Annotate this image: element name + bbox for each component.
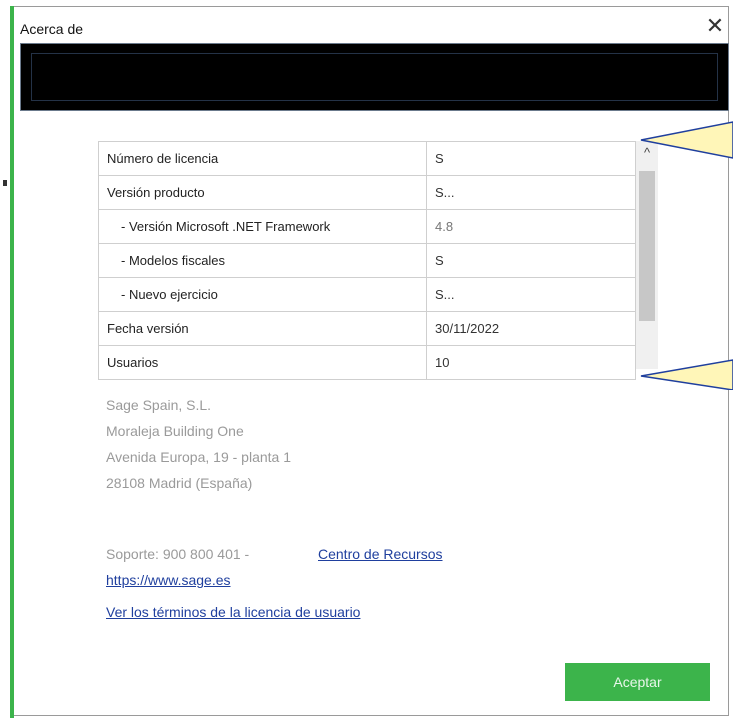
row-label: Versión producto	[98, 175, 427, 210]
row-label: - Versión Microsoft .NET Framework	[98, 209, 427, 244]
row-label: Usuarios	[98, 345, 427, 380]
product-banner	[20, 43, 729, 111]
row-value: 4.8	[426, 209, 636, 244]
support-phone: Soporte: 900 800 401 -	[106, 546, 250, 562]
dialog-title: Acerca de	[20, 21, 84, 37]
license-info-table: Número de licencia S Versión producto S.…	[98, 141, 636, 380]
callout-pointers	[640, 121, 733, 390]
row-label: Fecha versión	[98, 311, 427, 346]
table-row: Usuarios 10	[98, 345, 636, 380]
company-city: 28108 Madrid (España)	[106, 475, 253, 491]
company-name: Sage Spain, S.L.	[106, 397, 212, 413]
row-value: S	[426, 141, 636, 176]
banner-frame	[31, 53, 718, 101]
table-row: Número de licencia S	[98, 141, 636, 176]
company-street: Avenida Europa, 19 - planta 1	[106, 449, 291, 465]
row-label: Número de licencia	[98, 141, 427, 176]
accept-button[interactable]: Aceptar	[565, 663, 710, 701]
company-building: Moraleja Building One	[106, 423, 244, 439]
row-value: S	[426, 243, 636, 278]
resize-marker	[3, 180, 7, 186]
row-label: - Modelos fiscales	[98, 243, 427, 278]
row-value: S...	[426, 175, 636, 210]
table-row: Fecha versión 30/11/2022	[98, 311, 636, 346]
license-terms-link[interactable]: Ver los términos de la licencia de usuar…	[106, 604, 360, 620]
website-link[interactable]: https://www.sage.es	[106, 572, 231, 588]
table-row: - Nuevo ejercicio S...	[98, 277, 636, 312]
row-label: - Nuevo ejercicio	[98, 277, 427, 312]
table-row: - Modelos fiscales S	[98, 243, 636, 278]
close-icon[interactable]: ✕	[705, 15, 725, 37]
title-bar: Acerca de ✕	[12, 10, 727, 42]
table-row: - Versión Microsoft .NET Framework 4.8	[98, 209, 636, 244]
resources-link[interactable]: Centro de Recursos	[318, 546, 443, 562]
callout-bottom	[640, 359, 733, 390]
table-row: Versión producto S...	[98, 175, 636, 210]
row-value: 30/11/2022	[426, 311, 636, 346]
row-value: 10	[426, 345, 636, 380]
accent-bar	[10, 6, 14, 718]
row-value: S...	[426, 277, 636, 312]
callout-top	[640, 121, 733, 159]
